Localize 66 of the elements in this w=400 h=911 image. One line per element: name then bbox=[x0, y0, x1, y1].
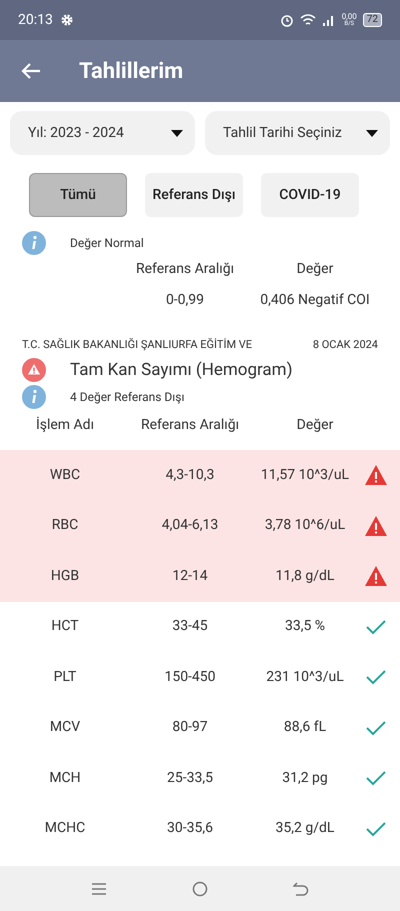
test-name: MCHC bbox=[44, 819, 86, 838]
result-value: 31,2 pg bbox=[281, 768, 329, 788]
reference-range: 4,04-6,13 bbox=[160, 516, 220, 536]
caret-icon bbox=[171, 130, 183, 136]
column-header: Referans Aralığı bbox=[140, 416, 240, 435]
column-header: Referans Aralığı bbox=[134, 260, 236, 279]
check-icon bbox=[365, 720, 387, 736]
info-icon bbox=[22, 231, 46, 255]
result-value: 231 10^3/uL bbox=[265, 668, 345, 687]
result-value: 3,78 10^6/uL bbox=[264, 516, 346, 536]
check-icon bbox=[365, 820, 387, 837]
check-icon bbox=[365, 669, 387, 686]
category-tab[interactable]: Tümü bbox=[29, 173, 127, 217]
result-note: 4 Değer Referans Dışı bbox=[70, 389, 184, 406]
warning-icon bbox=[364, 565, 388, 588]
reference-range: 33-45 bbox=[171, 617, 209, 636]
info-icon bbox=[22, 385, 46, 409]
test-name: RBC bbox=[50, 516, 80, 536]
column-header: İşlem Adı bbox=[34, 416, 96, 435]
result-value: 0,406 Negatif COI bbox=[260, 292, 370, 309]
category-tab[interactable]: COVID-19 bbox=[261, 173, 359, 217]
column-header: Değer bbox=[296, 260, 334, 279]
wifi-icon bbox=[300, 14, 316, 26]
status-time: 20:13 bbox=[18, 10, 53, 30]
warning-icon bbox=[364, 514, 388, 537]
result-value: 88,6 fL bbox=[282, 718, 328, 738]
result-note: Değer Normal bbox=[70, 235, 144, 252]
test-name: PLT bbox=[52, 668, 78, 687]
reference-range: 4,3-10,3 bbox=[164, 466, 216, 485]
result-value: 33,5 % bbox=[284, 617, 326, 636]
test-name: HGB bbox=[50, 566, 80, 586]
gear-icon bbox=[60, 14, 73, 26]
reference-range: 12-14 bbox=[171, 566, 209, 586]
result-value: 11,57 10^3/uL bbox=[260, 466, 350, 485]
back-arrow-icon bbox=[20, 62, 42, 80]
battery-indicator: 72 bbox=[362, 13, 382, 27]
caret-icon bbox=[366, 130, 378, 136]
back-button[interactable] bbox=[20, 62, 42, 80]
result-value: 35,2 g/dL bbox=[274, 819, 336, 838]
test-name: MCV bbox=[48, 718, 82, 738]
warning-icon bbox=[364, 464, 388, 486]
check-icon bbox=[365, 618, 387, 635]
filter-dropdown[interactable]: Tahlil Tarihi Seçiniz bbox=[205, 111, 390, 155]
reference-range: 150-450 bbox=[163, 668, 217, 687]
test-title: Tam Kan Sayımı (Hemogram) bbox=[70, 358, 293, 382]
home-icon[interactable] bbox=[192, 880, 208, 896]
check-icon bbox=[365, 770, 387, 786]
test-name: WBC bbox=[48, 466, 82, 485]
reference-range: 0-0,99 bbox=[164, 291, 206, 310]
alarm-icon bbox=[280, 13, 294, 27]
column-header: Değer bbox=[296, 416, 334, 435]
test-date: 8 OCAK 2024 bbox=[312, 337, 378, 353]
signal-icon bbox=[322, 14, 336, 26]
back-icon[interactable] bbox=[293, 882, 309, 896]
page-title: Tahlillerim bbox=[79, 58, 184, 86]
category-tab[interactable]: Referans Dışı bbox=[145, 173, 243, 217]
reference-range: 25-33,5 bbox=[166, 768, 214, 788]
test-name: HCT bbox=[50, 617, 80, 636]
menu-icon[interactable] bbox=[91, 882, 107, 896]
reference-range: 30-35,6 bbox=[166, 819, 214, 838]
test-name: MCH bbox=[48, 768, 82, 788]
reference-range: 80-97 bbox=[171, 718, 209, 738]
result-value: 11,8 g/dL bbox=[274, 566, 336, 586]
network-speed: 0,00 bbox=[342, 13, 357, 20]
filter-dropdown[interactable]: Yıl: 2023 - 2024 bbox=[10, 111, 195, 155]
hospital-name: T.C. SAĞLIK BAKANLIĞI ŞANLIURFA EĞİTİM VE bbox=[22, 337, 252, 353]
